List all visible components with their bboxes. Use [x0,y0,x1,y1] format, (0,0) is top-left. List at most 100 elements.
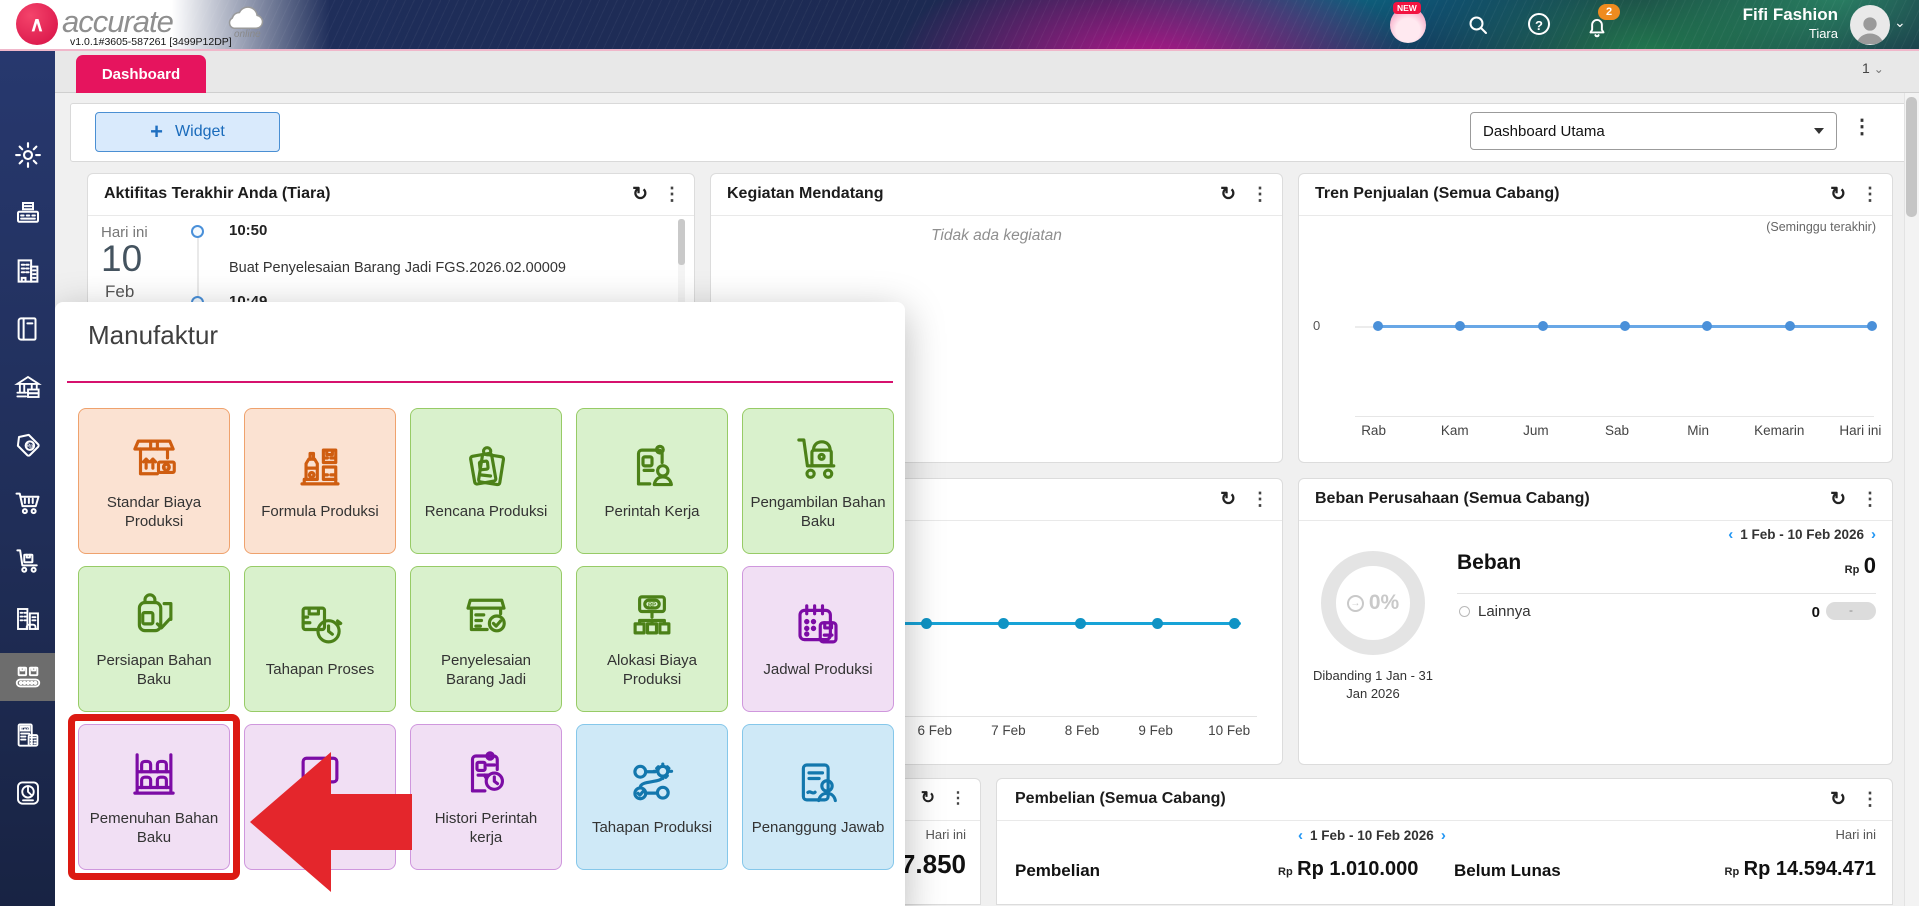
trend-points [1373,321,1877,331]
sidebar-item-reports[interactable] [0,767,55,819]
kebab-icon[interactable]: ⋮ [1251,184,1269,205]
donut-arrow-icon: → [1347,595,1364,612]
clipboard-plan-icon [459,440,513,494]
tab-dashboard[interactable]: Dashboard [76,55,206,93]
tile-perintah-kerja[interactable]: Perintah Kerja [576,408,728,554]
user-avatar[interactable] [1850,5,1890,45]
refresh-icon[interactable]: ↻ [921,788,935,808]
cost-allocation-icon [625,589,679,643]
calendar-icon [791,598,845,652]
sidebar-item-tax[interactable] [0,709,55,761]
tile-tahapan-proses[interactable]: Tahapan Proses [244,566,396,712]
period-label: 1 Feb - 10 Feb 2026 [1310,828,1434,843]
data-point [1152,618,1163,629]
refresh-icon[interactable]: ↻ [1220,488,1236,511]
asset-building-icon [13,604,43,634]
data-point [998,618,1009,629]
sidebar-item-sales-price[interactable] [0,419,55,471]
material-cart-icon [791,431,845,485]
legend-value: 0 [1812,604,1820,621]
history-document-icon [459,747,513,801]
manufaktur-popup: Manufaktur Standar Biaya Produksi Formul… [55,302,905,906]
formula-shelf-icon [293,440,347,494]
legend-label: Lainnya [1478,603,1531,620]
chevron-right-icon[interactable]: › [1871,526,1876,543]
kebab-icon[interactable]: ⋮ [1251,489,1269,510]
card-title: Aktifitas Terakhir Anda (Tiara) [104,185,330,203]
tile-pemenuhan-bahan-baku[interactable]: Pemenuhan Bahan Baku [78,724,230,870]
tile-penyelesaian-barang-jadi[interactable]: Penyelesaian Barang Jadi [410,566,562,712]
tile-label: Histori Perintah kerja [417,810,555,848]
tab-pager-chevron-icon: ⌄ [1874,62,1884,76]
tile-label: Pengambilan Bahan Baku [749,494,887,532]
beban-divider [1457,593,1876,594]
card-title-divider [1299,520,1892,521]
tile-histori-perintah-kerja[interactable]: Histori Perintah kerja [410,724,562,870]
tile-persiapan-bahan-baku[interactable]: Persiapan Bahan Baku [78,566,230,712]
chevron-left-icon[interactable]: ‹ [1728,526,1733,543]
activity-date-day: 10 [101,238,142,280]
user-menu-chevron-icon[interactable]: ⌄ [1894,14,1906,31]
tile-pengambilan-bahan-baku[interactable]: Pengambilan Bahan Baku [742,408,894,554]
manufacturing-conveyor-icon [13,662,43,692]
card-title-divider [1299,215,1892,216]
legend-row[interactable]: Lainnya [1459,603,1531,620]
dashboard-options-kebab-icon[interactable]: ⋮ [1852,114,1872,139]
popup-title-divider [67,381,893,383]
tile-label: Tahapan Proses [266,661,374,680]
sidebar-item-bank[interactable] [0,361,55,413]
tab-bar [0,51,1919,93]
refresh-icon[interactable]: ↻ [1830,788,1846,811]
refresh-icon[interactable]: ↻ [1830,183,1846,206]
sidebar-item-cash-register[interactable] [0,187,55,239]
widget-button-label: Widget [175,123,225,141]
dashboard-select[interactable]: Dashboard Utama [1470,112,1837,150]
tile-standar-biaya-produksi[interactable]: Standar Biaya Produksi [78,408,230,554]
activity-event-text[interactable]: Buat Penyelesaian Barang Jadi FGS.2026.0… [229,260,679,276]
empty-state-text: Tidak ada kegiatan [711,227,1282,245]
refresh-icon[interactable]: ↻ [632,183,648,206]
refresh-icon[interactable]: ↻ [1220,183,1236,206]
tile-penanggung-jawab[interactable]: Penanggung Jawab [742,724,894,870]
material-prep-check-icon [127,589,181,643]
sidebar-item-settings[interactable] [0,129,55,181]
tab-pager[interactable]: 1⌄ [1862,60,1884,76]
kebab-icon[interactable]: ⋮ [663,184,681,205]
help-icon[interactable]: ? [1528,13,1550,35]
sidebar-item-journal[interactable] [0,303,55,355]
accurate-logo-icon[interactable]: ∧ [16,3,58,45]
card-title-divider [711,215,1282,216]
sidebar-item-assets[interactable] [0,593,55,645]
tax-document-icon [13,720,43,750]
period-nav: ‹ 1 Feb - 10 Feb 2026 › [1298,827,1446,844]
notification-badge[interactable]: 2 [1598,4,1620,20]
tile-tahapan-produksi[interactable]: Tahapan Produksi [576,724,728,870]
tile-formula-produksi[interactable]: Formula Produksi [244,408,396,554]
sidebar-item-inventory[interactable] [0,535,55,587]
tile-rencana-produksi[interactable]: Rencana Produksi [410,408,562,554]
data-point [1229,618,1240,629]
add-widget-button[interactable]: + Widget [95,112,280,152]
today-label: Hari ini [1836,827,1876,842]
currency-label: Rp [1845,564,1860,576]
sidebar-item-company[interactable] [0,245,55,297]
kebab-icon[interactable]: ⋮ [1861,184,1879,205]
kebab-icon[interactable]: ⋮ [950,788,966,808]
package-cost-icon [127,431,181,485]
page-scrollbar-thumb[interactable] [1906,97,1917,217]
tile-alokasi-biaya-produksi[interactable]: Alokasi Biaya Produksi [576,566,728,712]
tile-label: Pemenuhan Bahan Baku [85,810,223,848]
card-scrollbar-thumb[interactable] [678,219,685,265]
search-icon[interactable] [1466,13,1490,37]
beban-donut-chart: → 0% [1321,551,1425,655]
logo-mark: ∧ [30,12,45,37]
sidebar-item-manufacturing[interactable] [0,651,55,703]
kebab-icon[interactable]: ⋮ [1861,489,1879,510]
tile-jadwal-produksi[interactable]: Jadwal Produksi [742,566,894,712]
refresh-icon[interactable]: ↻ [1830,488,1846,511]
chevron-left-icon[interactable]: ‹ [1298,827,1303,844]
kebab-icon[interactable]: ⋮ [1861,789,1879,810]
sidebar-item-purchases[interactable] [0,477,55,529]
box-clock-icon [293,598,347,652]
chevron-right-icon[interactable]: › [1441,827,1446,844]
